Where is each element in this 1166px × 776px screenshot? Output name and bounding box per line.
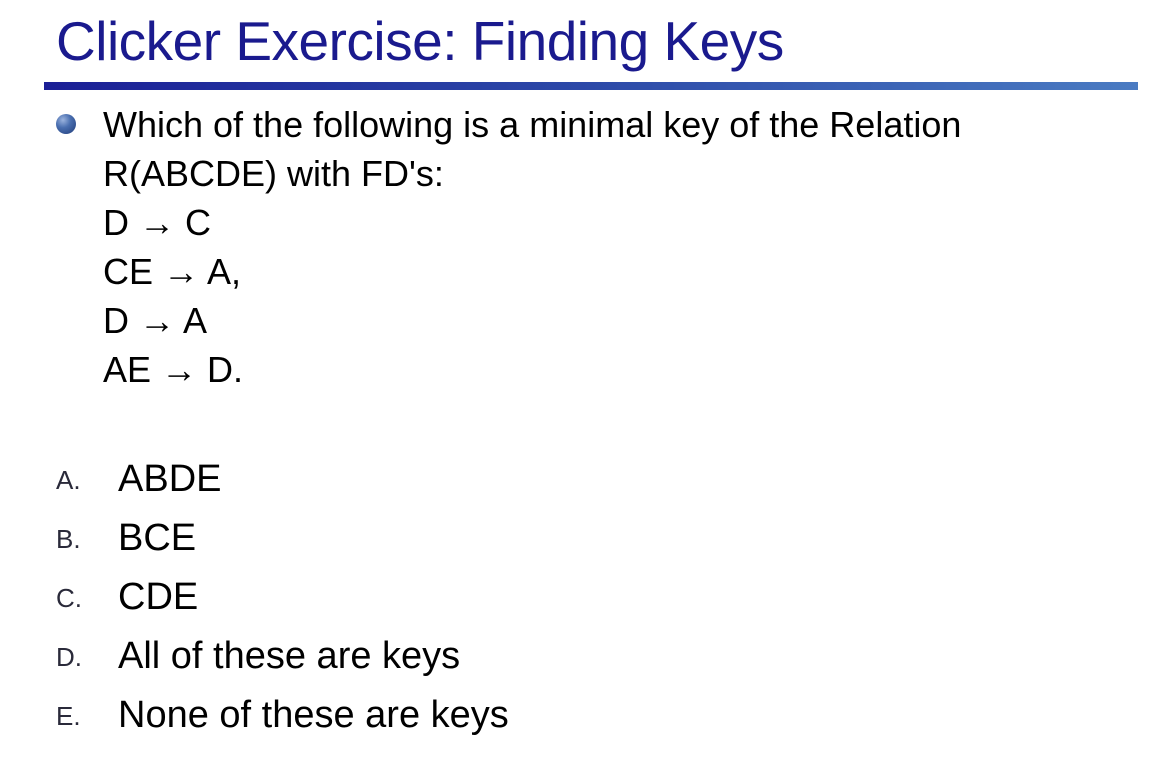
bullet-sphere-icon — [56, 114, 76, 134]
functional-dependency: D → A — [103, 300, 208, 341]
option-letter: D. — [56, 642, 82, 672]
option-text: None of these are keys — [118, 694, 509, 736]
option-text: All of these are keys — [118, 635, 461, 677]
option-letter: A. — [56, 465, 81, 495]
question-block: Which of the following is a minimal key … — [103, 100, 961, 394]
functional-dependency: AE → D. — [103, 349, 244, 390]
option-letter: E. — [56, 701, 81, 731]
functional-dependency: CE → A, — [103, 251, 242, 292]
option-letter: B. — [56, 524, 81, 554]
option-letter: C. — [56, 583, 82, 613]
question-line: R(ABCDE) with FD's: — [103, 153, 444, 194]
functional-dependency: D → C — [103, 202, 211, 243]
option-text: CDE — [118, 576, 199, 618]
question-line: Which of the following is a minimal key … — [103, 104, 962, 145]
title-divider — [44, 82, 1138, 90]
slide-title: Clicker Exercise: Finding Keys — [56, 10, 784, 72]
option-text: BCE — [118, 517, 197, 559]
option-text: ABDE — [118, 458, 222, 500]
